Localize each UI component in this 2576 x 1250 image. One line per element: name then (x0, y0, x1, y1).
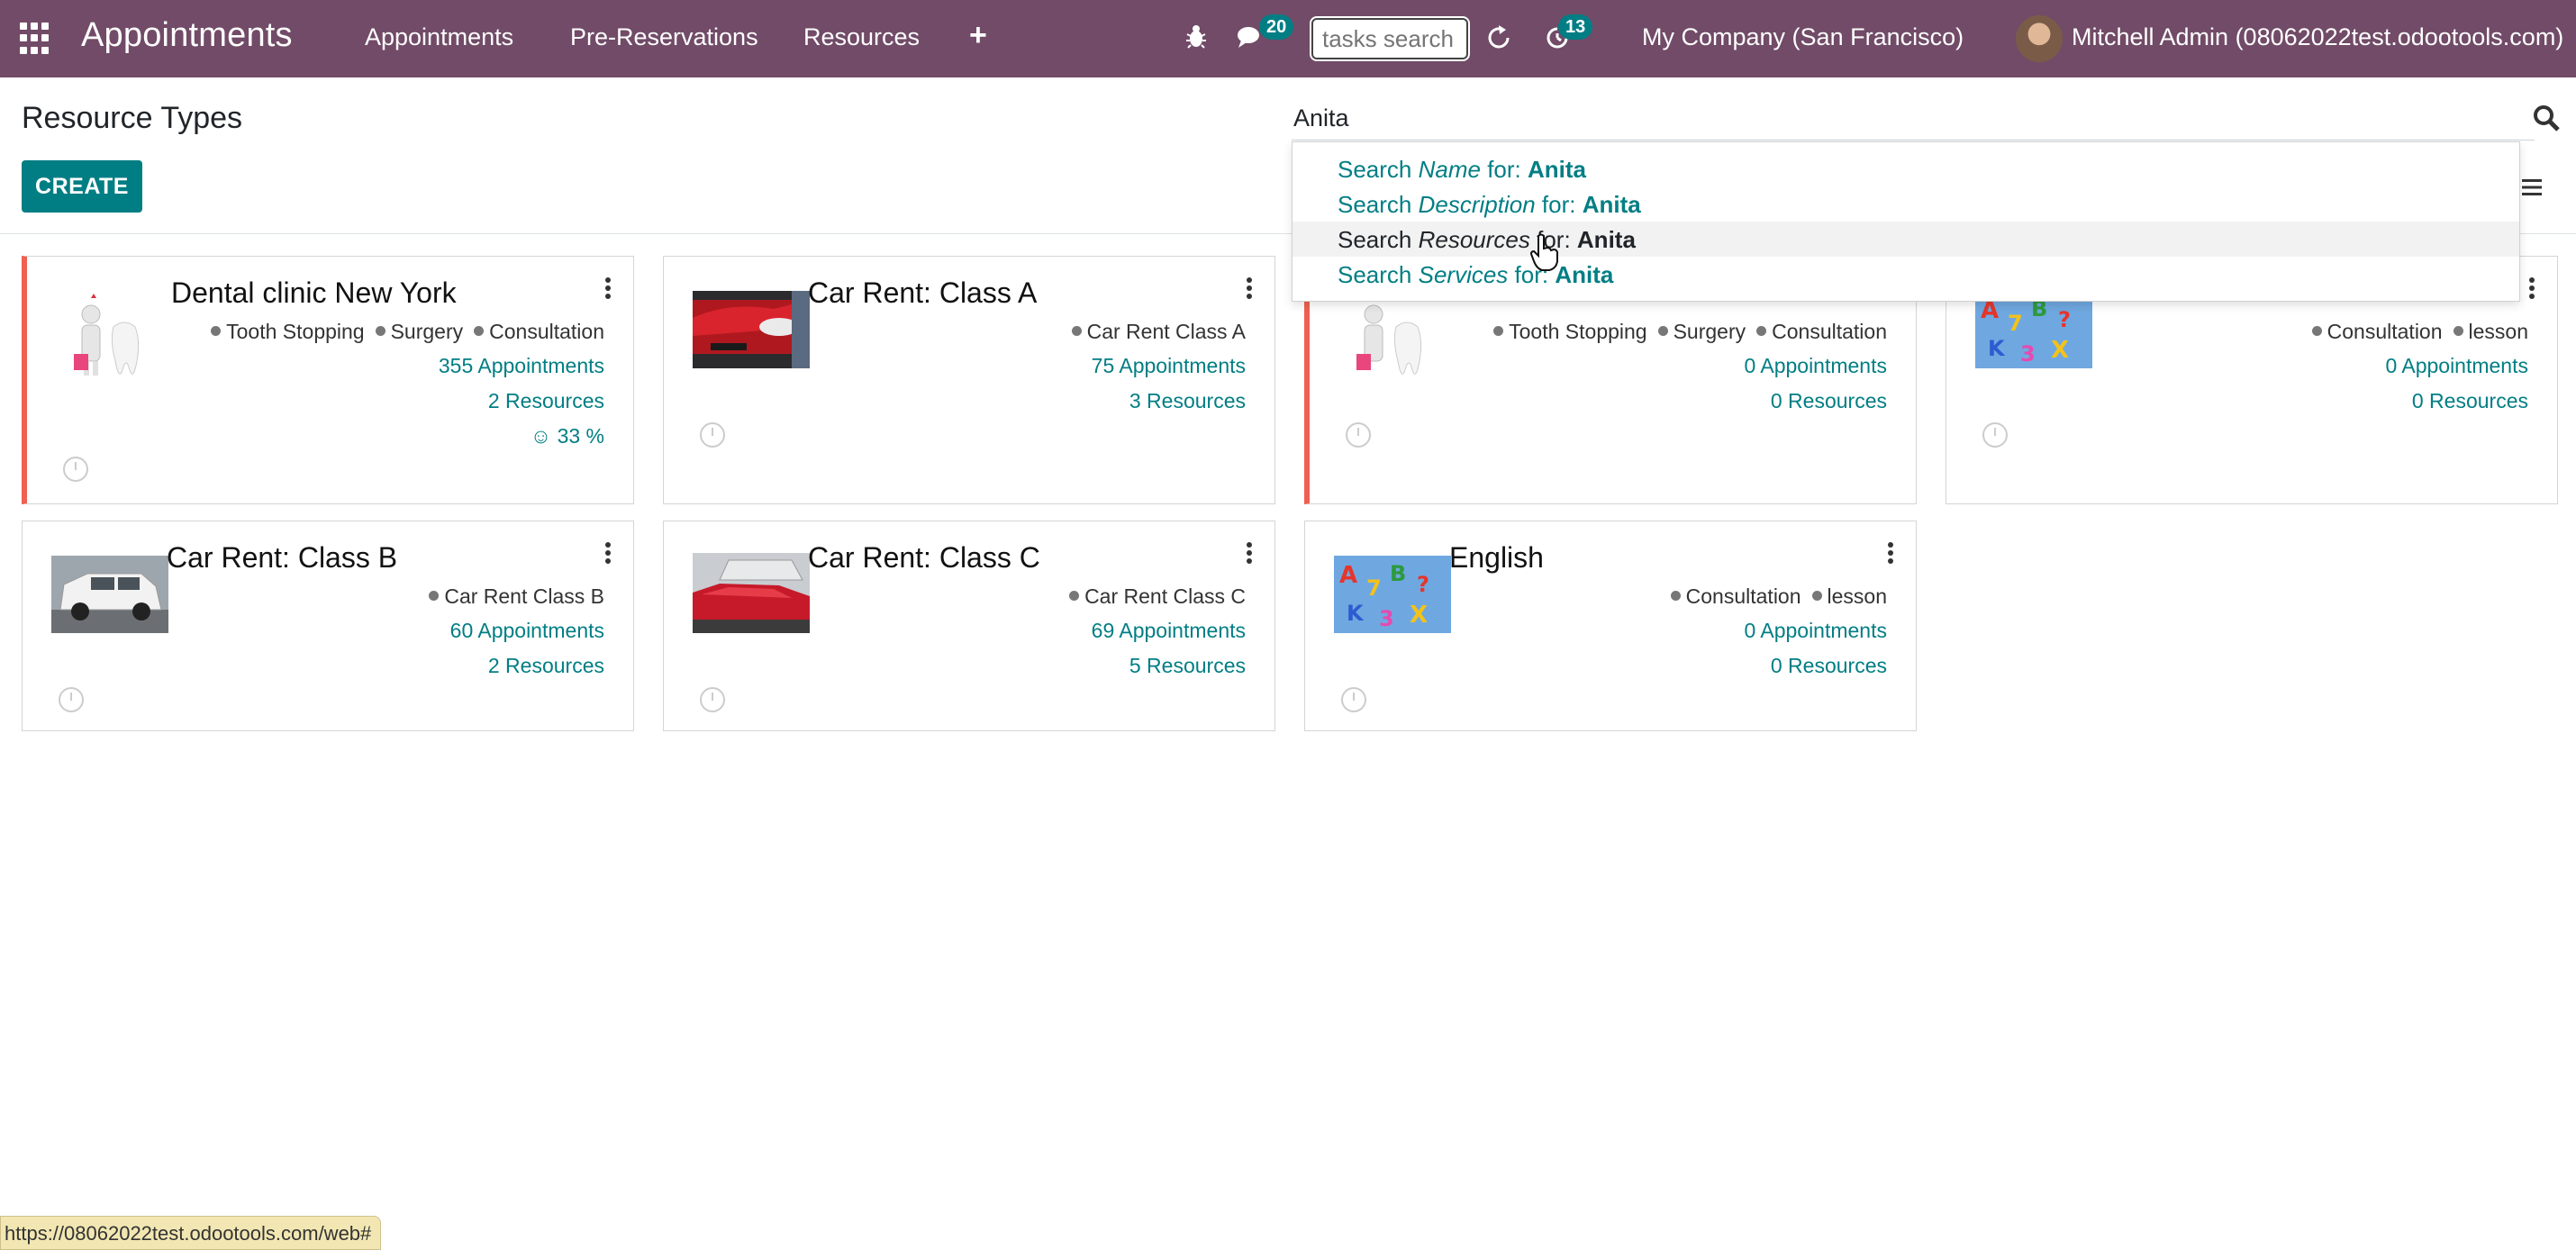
card-appointments-link[interactable]: 0 Appointments (2385, 354, 2528, 378)
card-rate-link[interactable]: ☺ 33 % (531, 424, 604, 448)
company-switcher[interactable]: My Company (San Francisco) (1642, 23, 1964, 51)
menu-resources[interactable]: Resources (803, 23, 920, 51)
card-appointments-link[interactable]: 75 Appointments (1092, 354, 1246, 378)
card-dropdown-icon[interactable] (604, 541, 612, 565)
card-tags: Tooth Stopping Surgery Consultation (1483, 320, 1887, 344)
bug-icon[interactable] (1185, 23, 1207, 50)
svg-text:?: ? (2058, 307, 2071, 332)
card-resources-link[interactable]: 2 Resources (488, 654, 604, 678)
messages-count-badge: 20 (1259, 14, 1294, 40)
card-resources-link[interactable]: 0 Resources (1771, 654, 1887, 678)
plus-icon[interactable]: + (969, 18, 987, 53)
svg-text:K: K (1347, 601, 1365, 626)
activities-count-badge: 13 (1558, 14, 1593, 40)
card-dropdown-icon[interactable] (2528, 276, 2535, 300)
status-bar-url: https://08062022test.odootools.com/web# (0, 1216, 382, 1250)
letters-image: A 7 B ? K 3 X (1334, 556, 1451, 633)
card-dropdown-icon[interactable] (604, 276, 612, 300)
card-tags: Car Rent Class A (1061, 320, 1246, 344)
svg-text:3: 3 (1379, 606, 1394, 631)
activity-clock-icon[interactable] (1982, 422, 2008, 448)
hand-pointer-icon (1529, 233, 1558, 271)
top-navbar: Appointments Appointments Pre-Reservatio… (0, 0, 2576, 77)
kanban-card-dental-clinic[interactable]: Dental clinic New York Tooth Stopping Sur… (22, 256, 634, 504)
search-icon[interactable] (2531, 103, 2562, 133)
card-title[interactable]: Car Rent: Class B (167, 541, 397, 575)
svg-text:B: B (1390, 561, 1406, 586)
card-appointments-link[interactable]: 60 Appointments (450, 619, 604, 643)
list-view-icon[interactable] (2518, 177, 2544, 198)
kanban-card-english[interactable]: A 7 B ? K 3 X English Consultation lesson… (1304, 521, 1917, 731)
card-dropdown-icon[interactable] (1246, 541, 1253, 565)
create-button[interactable]: CREATE (22, 160, 142, 213)
card-title[interactable]: Dental clinic New York (171, 276, 457, 310)
svg-text:7: 7 (2008, 311, 2023, 336)
dentist-tooth-image (74, 294, 140, 376)
red-car-image (693, 291, 810, 368)
user-avatar[interactable] (2016, 15, 2063, 62)
svg-text:?: ? (1417, 572, 1429, 597)
refresh-icon[interactable] (1486, 23, 1513, 52)
autocomplete-search-description[interactable]: Search Description for: Anita (1293, 186, 2519, 222)
letters-image: A 7 B ? K 3 X (1975, 291, 2092, 368)
card-appointments-link[interactable]: 69 Appointments (1092, 619, 1246, 643)
menu-pre-reservations[interactable]: Pre-Reservations (570, 23, 758, 51)
user-menu[interactable]: Mitchell Admin (08062022test.odootools.c… (2072, 23, 2563, 51)
card-tags: Consultation lesson (1660, 584, 1887, 609)
autocomplete-search-name[interactable]: Search Name for: Anita (1293, 151, 2519, 186)
activity-clock-icon[interactable] (1341, 687, 1366, 712)
search-input[interactable] (1292, 97, 2535, 140)
card-dropdown-icon[interactable] (1246, 276, 1253, 300)
activity-clock-icon[interactable] (700, 422, 725, 448)
card-appointments-link[interactable]: 0 Appointments (1744, 619, 1887, 643)
svg-text:K: K (1988, 336, 2006, 361)
card-resources-link[interactable]: 3 Resources (1129, 389, 1246, 413)
svg-text:X: X (2051, 337, 2069, 364)
kanban-card-car-rent-a[interactable]: Car Rent: Class A Car Rent Class A 75 Ap… (663, 256, 1275, 504)
white-suv-image (51, 556, 168, 633)
card-resources-link[interactable]: 0 Resources (2412, 389, 2528, 413)
card-dropdown-icon[interactable] (1887, 541, 1894, 565)
smile-icon: ☺ (530, 424, 558, 448)
app-brand[interactable]: Appointments (81, 16, 293, 55)
activity-clock-icon[interactable] (700, 687, 725, 712)
card-appointments-link[interactable]: 355 Appointments (439, 354, 604, 378)
card-tags: Car Rent Class C (1058, 584, 1246, 609)
card-resources-link[interactable]: 0 Resources (1771, 389, 1887, 413)
kanban-card-car-rent-c[interactable]: Car Rent: Class C Car Rent Class C 69 Ap… (663, 521, 1275, 731)
page-title: Resource Types (22, 101, 243, 135)
card-title[interactable]: Car Rent: Class A (808, 276, 1037, 310)
card-tags: Car Rent Class B (418, 584, 604, 609)
activity-clock-icon[interactable] (59, 687, 84, 712)
autocomplete-search-services[interactable]: Search Services for: Anita (1293, 257, 2519, 292)
card-resources-link[interactable]: 5 Resources (1129, 654, 1246, 678)
svg-text:X: X (1410, 602, 1428, 629)
svg-text:A: A (1339, 562, 1357, 589)
svg-text:3: 3 (2020, 341, 2036, 367)
card-tags: Tooth Stopping Surgery Consultation (200, 320, 604, 344)
tasks-search-input[interactable] (1310, 16, 1470, 61)
svg-text:7: 7 (1366, 575, 1382, 601)
apps-menu-icon[interactable] (20, 23, 52, 55)
card-appointments-link[interactable]: 0 Appointments (1744, 354, 1887, 378)
kanban-card-car-rent-b[interactable]: Car Rent: Class B Car Rent Class B 60 Ap… (22, 521, 634, 731)
activity-clock-icon[interactable] (63, 457, 88, 482)
activity-clock-icon[interactable] (1346, 422, 1371, 448)
card-title[interactable]: English (1449, 541, 1544, 575)
card-tags: Consultation lesson (2301, 320, 2528, 344)
menu-appointments[interactable]: Appointments (365, 23, 513, 51)
red-sedan-image (693, 553, 810, 633)
card-title[interactable]: Car Rent: Class C (808, 541, 1040, 575)
card-resources-link[interactable]: 2 Resources (488, 389, 604, 413)
autocomplete-search-resources[interactable]: Search Resources for: Anita (1293, 222, 2519, 257)
search-autocomplete-dropdown: Search Name for: Anita Search Descriptio… (1292, 141, 2520, 302)
